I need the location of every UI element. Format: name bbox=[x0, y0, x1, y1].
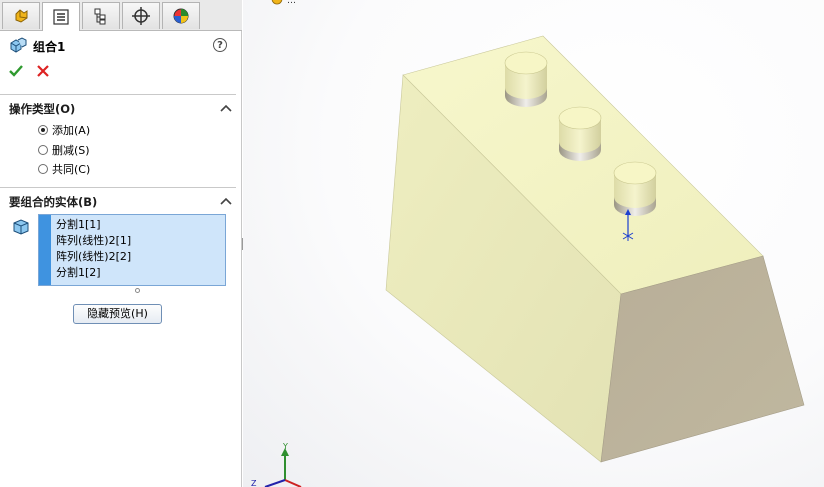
divider bbox=[0, 94, 236, 95]
radio-button[interactable] bbox=[38, 145, 48, 155]
radio-add[interactable]: 添加(A) bbox=[38, 122, 90, 138]
chevron-up-icon[interactable] bbox=[220, 103, 232, 113]
document-title-fragment: … bbox=[271, 0, 296, 6]
feature-title: 组合1 bbox=[9, 36, 65, 56]
divider bbox=[0, 187, 236, 188]
tab-property-manager[interactable] bbox=[42, 2, 80, 31]
selection-active-bar bbox=[39, 215, 51, 285]
manager-tabs bbox=[0, 0, 242, 31]
ok-checkmark-icon[interactable] bbox=[8, 63, 24, 79]
list-item[interactable]: 阵列(线性)2[1] bbox=[56, 233, 131, 249]
triad-z-label: Z bbox=[251, 479, 257, 487]
triad-y-label: Y bbox=[282, 442, 288, 451]
radio-label: 添加(A) bbox=[52, 124, 91, 137]
combine-feature-icon bbox=[10, 37, 27, 53]
radio-button[interactable] bbox=[38, 164, 48, 174]
list-item[interactable]: 分割1[1] bbox=[56, 217, 131, 233]
bodies-selection-list[interactable]: 分割1[1] 阵列(线性)2[1] 阵列(线性)2[2] 分割1[2] bbox=[38, 214, 226, 286]
feature-manager-icon bbox=[15, 9, 28, 23]
svg-text:…: … bbox=[287, 0, 296, 6]
boss-1[interactable] bbox=[504, 51, 548, 107]
model-view[interactable]: Y Z … bbox=[243, 0, 824, 487]
list-resize-grip[interactable] bbox=[135, 288, 140, 293]
radio-label: 删减(S) bbox=[52, 144, 90, 157]
help-icon[interactable]: ? bbox=[213, 38, 227, 52]
tab-configuration-manager[interactable] bbox=[82, 2, 120, 29]
solid-body-icon bbox=[13, 219, 29, 235]
tab-display-manager[interactable] bbox=[162, 2, 200, 29]
feature-title-text: 组合1 bbox=[33, 39, 66, 54]
dimxpert-manager-icon bbox=[132, 7, 150, 25]
configuration-manager-icon bbox=[94, 8, 106, 25]
operation-type-header[interactable]: 操作类型(O) bbox=[9, 101, 75, 117]
display-manager-icon bbox=[173, 8, 189, 24]
radio-button-selected[interactable] bbox=[38, 125, 48, 135]
bodies-to-combine-header[interactable]: 要组合的实体(B) bbox=[9, 194, 97, 210]
radio-label: 共同(C) bbox=[52, 163, 91, 176]
list-item[interactable]: 阵列(线性)2[2] bbox=[56, 249, 131, 265]
boss-2[interactable] bbox=[558, 106, 602, 161]
chevron-up-icon[interactable] bbox=[220, 196, 232, 206]
hide-preview-button[interactable]: 隐藏预览(H) bbox=[73, 304, 162, 324]
tab-feature-manager[interactable] bbox=[2, 2, 40, 29]
radio-subtract[interactable]: 删减(S) bbox=[38, 142, 90, 158]
radio-common[interactable]: 共同(C) bbox=[38, 161, 90, 177]
property-manager-panel: 组合1 ? 操作类型(O) 添加(A) 删减(S) 共同(C) 要组合的实体(B… bbox=[0, 0, 242, 487]
property-manager-icon bbox=[53, 9, 69, 25]
tab-dimxpert-manager[interactable] bbox=[122, 2, 160, 29]
list-item[interactable]: 分割1[2] bbox=[56, 265, 131, 281]
boss-3[interactable] bbox=[613, 161, 657, 216]
axis-triad-icon bbox=[264, 448, 302, 487]
cancel-x-icon[interactable] bbox=[35, 63, 51, 79]
graphics-viewport[interactable]: Y Z … bbox=[243, 0, 824, 487]
